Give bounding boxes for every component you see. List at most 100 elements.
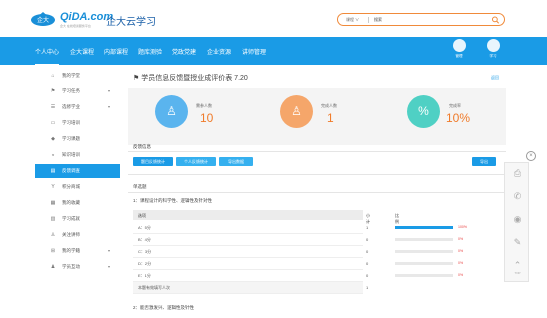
sidebar-item-label: 知识培训 xyxy=(62,152,80,157)
sidebar-item-tasks[interactable]: ⚑ 学习任务 ▾ xyxy=(35,84,120,98)
nav-qida-courses[interactable]: 企大课程 xyxy=(70,47,94,56)
search-divider xyxy=(368,17,369,23)
chevron-down-icon: ▾ xyxy=(108,248,111,253)
divider xyxy=(128,192,506,193)
main-content: ⚑ 学员信息反馈暨授业成评价表 7.20 返回 ♙ 需参人数 10 ♙ 完成人数… xyxy=(128,67,506,318)
chevron-down-icon: ▾ xyxy=(108,264,111,269)
manage-icon xyxy=(452,39,466,52)
sidebar: ⌂ 我的学堂 ⚑ 学习任务 ▾ ☰ 选修学业 ▾ ▭ 学习培训 ◆ 学习课题 ◒… xyxy=(35,67,120,315)
table-total-row: 本题有效填写人次 1 xyxy=(133,282,368,294)
cap-icon: ◆ xyxy=(51,136,55,142)
floating-toolbar: ⎙ ✆ ◉ ✎ ⌃ TOP xyxy=(504,162,529,282)
book-icon: ▥ xyxy=(50,216,56,222)
search-input[interactable] xyxy=(374,16,484,24)
table-row: D：2分 0 0% xyxy=(133,258,463,270)
sidebar-item-electives[interactable]: ☰ 选修学业 ▾ xyxy=(35,100,120,114)
ratio-bar-fill xyxy=(395,226,453,229)
logo-icon: 企大 xyxy=(31,12,55,26)
sidebar-item-student-record[interactable]: ⊞ 我的学籍 ▾ xyxy=(35,244,120,258)
people-icon: ♙ xyxy=(50,232,56,238)
home-icon: ⌂ xyxy=(51,73,55,79)
stats-panel: ♙ 需参人数 10 ♙ 完成人数 1 % 完成率 10% xyxy=(128,88,506,145)
chart-icon: ◒ xyxy=(51,152,55,158)
chevron-down-icon: ▾ xyxy=(108,88,111,93)
search-bar: 课程 ∨ xyxy=(337,13,505,26)
sidebar-item-label: 关注讲师 xyxy=(62,232,80,237)
ratio-bar xyxy=(395,238,453,241)
export-button[interactable]: 导出 xyxy=(472,157,496,166)
sidebar-item-topics[interactable]: ◆ 学习课题 xyxy=(35,132,120,146)
percent-icon: % xyxy=(407,95,440,128)
nav-personal-center[interactable]: 个人中心 xyxy=(35,47,60,66)
table-row: B：4分 0 0% xyxy=(133,234,463,246)
ratio-percent: 100% xyxy=(458,225,467,229)
flag-icon: ⚑ xyxy=(133,75,142,82)
stat-value: 1 xyxy=(327,111,334,125)
option-label: C：3分 xyxy=(138,249,152,254)
nav-party[interactable]: 党政党建 xyxy=(172,47,196,56)
ratio-percent: 0% xyxy=(458,261,464,265)
header-ratio: 比例 xyxy=(395,213,399,224)
flag-icon: ⚑ xyxy=(50,88,56,94)
sidebar-item-label: 反馈调查 xyxy=(62,168,80,173)
points-icon: Y xyxy=(51,184,55,190)
sidebar-item-label: 我的收藏 xyxy=(62,200,80,205)
doc-icon: ▦ xyxy=(50,200,56,206)
group-icon: ♟ xyxy=(50,264,56,270)
study-label: 学习 xyxy=(489,54,497,58)
option-count: 0 xyxy=(366,261,369,266)
option-label: D：2分 xyxy=(138,261,152,266)
phone-icon[interactable]: ✆ xyxy=(511,190,524,203)
sidebar-item-label: 积分商城 xyxy=(62,184,80,189)
option-label: A：5分 xyxy=(138,225,151,230)
table-row: A：5分 1 100% xyxy=(133,222,467,234)
total-label: 本题有效填写人次 xyxy=(138,285,170,290)
header-count: 小计 xyxy=(366,213,370,224)
nav-exam[interactable]: 题库测验 xyxy=(138,47,162,56)
study-button[interactable]: 学习 xyxy=(481,39,505,63)
option-label: E：1分 xyxy=(138,273,151,278)
logo-subtitle: 企大 在线培训服务平台 xyxy=(60,24,91,28)
page-title-text: 学员信息反馈暨授业成评价表 7.20 xyxy=(141,75,248,82)
sidebar-item-knowledge[interactable]: ◒ 知识培训 xyxy=(35,148,120,162)
sidebar-item-label: 学习任务 xyxy=(62,88,80,93)
option-count: 0 xyxy=(366,237,369,242)
sidebar-item-feedback[interactable]: ▤ 反馈调查 xyxy=(35,164,120,178)
tab-question-stats[interactable]: 题目反馈统计 xyxy=(133,157,173,166)
back-link[interactable]: 返回 xyxy=(491,75,499,81)
sidebar-item-achievements[interactable]: ▥ 学习成就 xyxy=(35,212,120,226)
stat-value: 10 xyxy=(200,111,214,125)
nav-resources[interactable]: 企业资源 xyxy=(207,47,231,56)
search-type-select[interactable]: 课程 ∨ xyxy=(346,17,359,23)
tab-personal-stats[interactable]: 个人反馈统计 xyxy=(176,157,216,166)
option-count: 1 xyxy=(366,225,369,230)
sidebar-item-my-school[interactable]: ⌂ 我的学堂 xyxy=(35,69,120,83)
ratio-percent: 0% xyxy=(458,273,464,277)
eye-icon[interactable]: ◉ xyxy=(511,213,524,226)
header-option: 选项 xyxy=(138,213,146,218)
printer-icon[interactable]: ⎙ xyxy=(511,167,524,180)
ratio-percent: 0% xyxy=(458,249,464,253)
sidebar-item-training[interactable]: ▭ 学习培训 xyxy=(35,116,120,130)
ratio-bar xyxy=(395,226,453,229)
sidebar-item-label: 学习培训 xyxy=(62,120,80,125)
sidebar-item-followed-lecturers[interactable]: ♙ 关注讲师 xyxy=(35,228,120,242)
sidebar-item-interaction[interactable]: ♟ 学员互动 ▾ xyxy=(35,260,120,274)
sidebar-item-label: 我的学堂 xyxy=(62,73,80,78)
monitor-icon: ▭ xyxy=(50,120,56,126)
sidebar-item-points-mall[interactable]: Y 积分商城 xyxy=(35,180,120,194)
manage-button[interactable]: 管理 xyxy=(447,39,471,63)
svg-text:企大: 企大 xyxy=(37,16,49,24)
table-header: 选项 小计 比例 xyxy=(133,210,399,224)
tab-export-data[interactable]: 导出数据 xyxy=(219,157,253,166)
table-row: C：3分 0 0% xyxy=(133,246,463,258)
search-icon[interactable] xyxy=(491,16,500,24)
ratio-bar xyxy=(395,250,453,253)
close-icon[interactable]: × xyxy=(526,151,536,161)
nav-internal-courses[interactable]: 内部课程 xyxy=(104,47,128,56)
nav-lecturers[interactable]: 讲师管理 xyxy=(242,47,266,56)
edit-icon[interactable]: ✎ xyxy=(511,236,524,249)
sidebar-item-favorites[interactable]: ▦ 我的收藏 xyxy=(35,196,120,210)
stat-label: 完成率 xyxy=(449,103,461,108)
option-label: B：4分 xyxy=(138,237,151,242)
